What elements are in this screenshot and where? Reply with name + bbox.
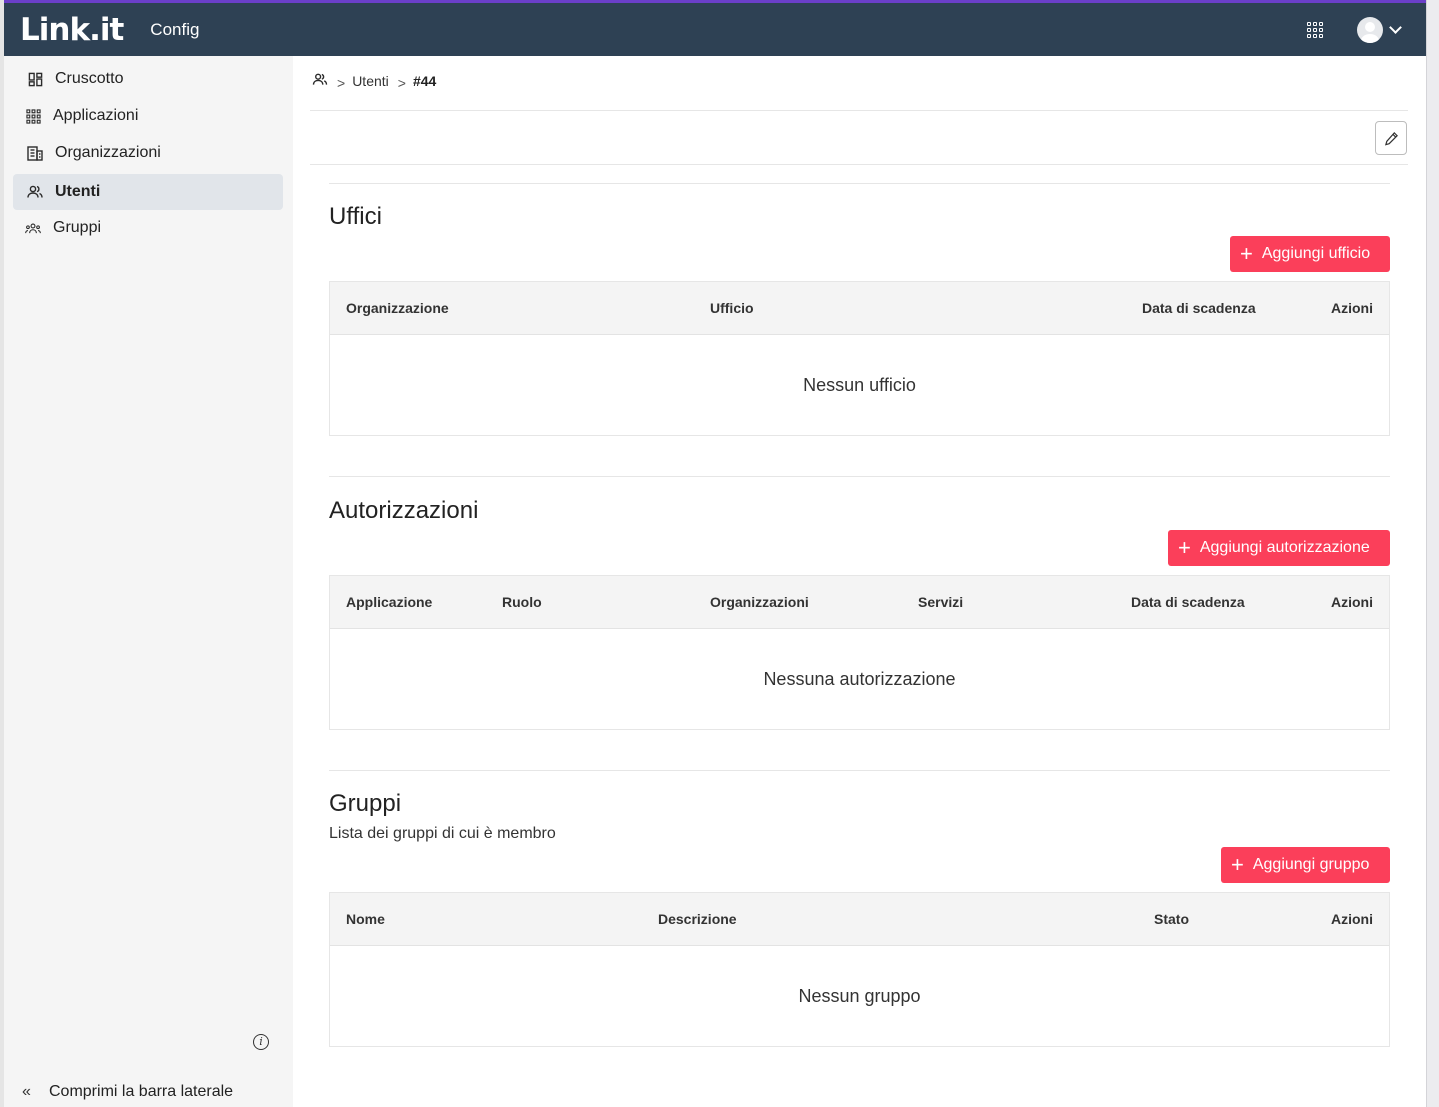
users-icon [27, 184, 43, 200]
top-navbar: Link.it Config [4, 3, 1426, 56]
column-header: Azioni [1331, 594, 1373, 610]
edit-button[interactable] [1375, 121, 1407, 155]
collapse-sidebar-button[interactable]: « Comprimi la barra laterale [22, 1083, 233, 1101]
column-header[interactable]: Ufficio [710, 282, 754, 334]
user-avatar-icon [1357, 16, 1383, 43]
column-header[interactable]: Organizzazione [346, 282, 449, 334]
divider [310, 164, 1408, 165]
add-ufficio-button[interactable]: + Aggiungi ufficio [1230, 236, 1390, 272]
column-header[interactable]: Servizi [918, 576, 963, 628]
building-icon [27, 145, 43, 161]
window-frame-right [1426, 0, 1439, 1107]
add-gruppo-label: Aggiungi gruppo [1252, 856, 1370, 873]
uffici-title: Uffici [329, 203, 382, 230]
table-header: Nome Descrizione Stato Azioni [330, 893, 1389, 946]
brand-logo[interactable]: Link.it [20, 12, 124, 48]
column-header[interactable]: Ruolo [502, 576, 542, 628]
column-header[interactable]: Applicazione [346, 576, 432, 628]
info-icon[interactable]: i [253, 1034, 269, 1050]
sidebar-item-utenti[interactable]: Utenti [13, 174, 283, 210]
breadcrumb-separator: > [337, 75, 346, 91]
apps-icon [25, 108, 41, 124]
column-header[interactable]: Data di scadenza [1131, 576, 1245, 628]
apps-grid-glyph [1307, 21, 1323, 38]
sidebar-item-cruscotto[interactable]: Cruscotto [13, 61, 283, 97]
gruppi-subtitle: Lista dei gruppi di cui è membro [329, 825, 556, 842]
apps-grid-icon[interactable] [1303, 18, 1327, 42]
empty-state: Nessun gruppo [798, 985, 921, 1006]
sidebar-item-organizzazioni[interactable]: Organizzazioni [13, 135, 283, 171]
column-header[interactable]: Descrizione [658, 893, 737, 945]
plus-icon: + [1178, 535, 1191, 560]
breadcrumb-utenti[interactable]: Utenti [352, 73, 389, 89]
autorizzazioni-title: Autorizzazioni [329, 497, 479, 524]
section-divider [329, 183, 1390, 184]
plus-icon: + [1231, 852, 1244, 877]
user-menu-button[interactable] [1357, 16, 1402, 43]
add-ufficio-label: Aggiungi ufficio [1261, 245, 1371, 262]
table-header: Applicazione Ruolo Organizzazioni Serviz… [330, 576, 1389, 629]
sidebar-item-label: Cruscotto [55, 70, 124, 87]
sidebar-item-label: Utenti [55, 183, 101, 200]
add-autorizzazione-button[interactable]: + Aggiungi autorizzazione [1168, 530, 1390, 566]
breadcrumb: > Utenti > #44 [312, 73, 437, 91]
column-header: Azioni [1331, 911, 1373, 927]
sidebar-item-label: Gruppi [53, 219, 102, 236]
gruppi-table: Nome Descrizione Stato Azioni Nessun gru… [329, 892, 1390, 1047]
section-divider [329, 476, 1390, 477]
dashboard-icon [27, 71, 43, 87]
column-header[interactable]: Organizzazioni [710, 576, 809, 628]
uffici-table: Organizzazione Ufficio Data di scadenza … [329, 281, 1390, 436]
users-icon[interactable] [312, 73, 328, 89]
add-gruppo-button[interactable]: + Aggiungi gruppo [1221, 847, 1390, 883]
autorizzazioni-table: Applicazione Ruolo Organizzazioni Serviz… [329, 575, 1390, 730]
sidebar-item-label: Applicazioni [53, 107, 139, 124]
empty-state: Nessun ufficio [803, 374, 916, 395]
sidebar-item-applicazioni[interactable]: Applicazioni [13, 98, 283, 134]
gruppi-title: Gruppi [329, 790, 402, 817]
breadcrumb-current: #44 [412, 73, 437, 89]
section-divider [329, 770, 1390, 771]
column-header: Azioni [1331, 300, 1373, 316]
table-header: Organizzazione Ufficio Data di scadenza … [330, 282, 1389, 335]
column-header[interactable]: Data di scadenza [1142, 282, 1256, 334]
plus-icon: + [1240, 241, 1253, 266]
groups-icon [25, 220, 41, 236]
topbar-actions [1303, 3, 1426, 56]
breadcrumb-separator: > [397, 75, 406, 91]
divider [310, 110, 1408, 111]
sidebar-item-gruppi[interactable]: Gruppi [13, 210, 283, 246]
chevrons-left-icon: « [22, 1083, 31, 1100]
empty-state: Nessuna autorizzazione [763, 668, 956, 689]
pencil-icon [1384, 131, 1398, 145]
add-autorizzazione-label: Aggiungi autorizzazione [1199, 539, 1370, 556]
column-header[interactable]: Nome [346, 893, 385, 945]
app-name: Config [150, 19, 200, 39]
collapse-sidebar-label: Comprimi la barra laterale [49, 1083, 234, 1100]
chevron-down-icon [1389, 21, 1402, 34]
sidebar: Cruscotto Applicazioni Organizzazioni Ut… [4, 56, 293, 1107]
column-header[interactable]: Stato [1154, 893, 1189, 945]
sidebar-item-label: Organizzazioni [55, 144, 161, 161]
